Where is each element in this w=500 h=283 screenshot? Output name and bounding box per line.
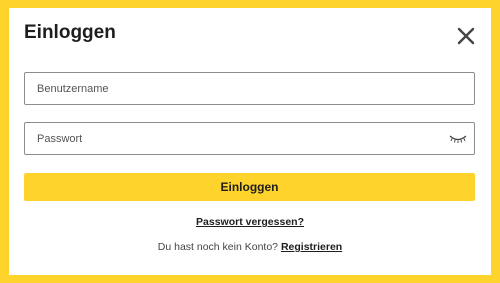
forgot-password-row: Passwort vergessen? [9, 216, 491, 228]
close-icon [457, 27, 475, 45]
register-row: Du hast noch kein Konto? Registrieren [9, 241, 491, 253]
username-field-wrapper [24, 72, 475, 105]
login-button[interactable]: Einloggen [24, 173, 475, 201]
register-link[interactable]: Registrieren [281, 241, 342, 253]
no-account-text: Du hast noch kein Konto? [157, 241, 279, 253]
password-field-wrapper [24, 122, 475, 155]
forgot-password-link[interactable]: Passwort vergessen? [196, 216, 304, 228]
dialog-title: Einloggen [24, 22, 116, 43]
username-input[interactable] [25, 73, 474, 104]
close-button[interactable] [456, 26, 476, 46]
password-visibility-toggle[interactable] [448, 132, 468, 146]
login-dialog: Einloggen Einloggen Passwort vergessen? … [9, 8, 491, 275]
eye-closed-icon [449, 135, 467, 143]
password-input[interactable] [25, 123, 474, 154]
